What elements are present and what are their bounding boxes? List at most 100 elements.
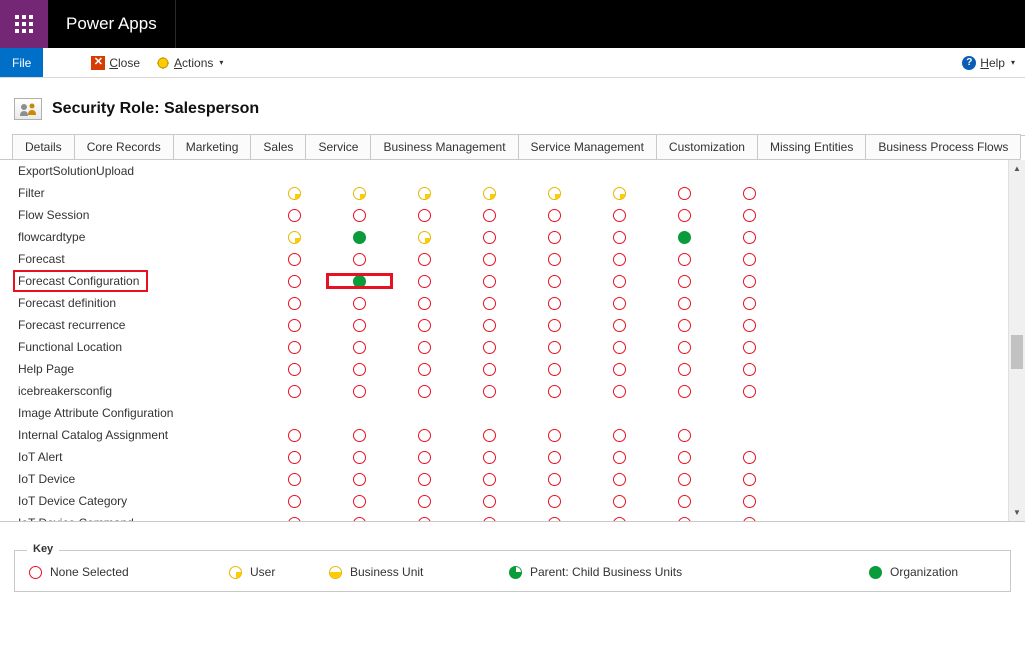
privilege-cell[interactable] (457, 428, 522, 442)
privilege-cell[interactable] (457, 296, 522, 310)
tab-marketing[interactable]: Marketing (173, 134, 252, 159)
privilege-cell[interactable] (262, 494, 327, 508)
privilege-cell[interactable] (327, 362, 392, 376)
privilege-cell[interactable] (652, 318, 717, 332)
privilege-cell[interactable] (262, 252, 327, 266)
privilege-cell[interactable] (587, 428, 652, 442)
privilege-cell[interactable] (717, 296, 782, 310)
privilege-cell[interactable] (587, 252, 652, 266)
privilege-cell[interactable] (652, 252, 717, 266)
privilege-cell[interactable] (262, 516, 327, 521)
privilege-cell[interactable] (587, 208, 652, 222)
privilege-cell[interactable] (717, 340, 782, 354)
privilege-cell[interactable] (522, 274, 587, 288)
privilege-cell[interactable] (262, 186, 327, 200)
privilege-cell[interactable] (262, 274, 327, 288)
privilege-cell[interactable] (587, 472, 652, 486)
privilege-cell[interactable] (457, 208, 522, 222)
privilege-cell[interactable] (587, 384, 652, 398)
privilege-cell[interactable] (652, 362, 717, 376)
privilege-cell[interactable] (392, 362, 457, 376)
privilege-cell[interactable] (587, 494, 652, 508)
privilege-cell[interactable] (392, 318, 457, 332)
privilege-cell[interactable] (457, 230, 522, 244)
privilege-cell[interactable] (652, 296, 717, 310)
privilege-cell[interactable] (262, 340, 327, 354)
privilege-cell[interactable] (457, 340, 522, 354)
privilege-cell[interactable] (652, 516, 717, 521)
privilege-cell[interactable] (457, 450, 522, 464)
privilege-cell[interactable] (717, 450, 782, 464)
privilege-cell[interactable] (457, 252, 522, 266)
scroll-down-arrow-icon[interactable]: ▼ (1009, 504, 1025, 521)
privilege-cell[interactable] (392, 340, 457, 354)
privilege-cell[interactable] (522, 384, 587, 398)
privilege-cell[interactable] (587, 296, 652, 310)
privilege-cell[interactable] (457, 318, 522, 332)
privilege-cell[interactable] (652, 428, 717, 442)
privilege-cell[interactable] (327, 450, 392, 464)
tab-custom-entities[interactable]: Custom Entities (1020, 135, 1025, 160)
privilege-cell[interactable] (327, 230, 392, 244)
privilege-cell[interactable] (327, 516, 392, 521)
privilege-cell[interactable] (652, 494, 717, 508)
privilege-cell[interactable] (262, 384, 327, 398)
privilege-cell[interactable] (392, 516, 457, 521)
privilege-cell[interactable] (522, 230, 587, 244)
privilege-cell[interactable] (717, 516, 782, 521)
tab-customization[interactable]: Customization (656, 134, 758, 159)
scroll-up-arrow-icon[interactable]: ▲ (1009, 160, 1025, 177)
privilege-cell[interactable] (262, 208, 327, 222)
privilege-cell[interactable] (717, 472, 782, 486)
tab-sales[interactable]: Sales (250, 134, 306, 159)
privilege-cell[interactable] (587, 186, 652, 200)
close-button[interactable]: ✕ Close (83, 48, 148, 77)
privilege-cell[interactable] (457, 494, 522, 508)
privilege-cell[interactable] (262, 296, 327, 310)
scrollbar-track[interactable] (1009, 177, 1025, 504)
privilege-cell[interactable] (392, 186, 457, 200)
privilege-cell[interactable] (262, 450, 327, 464)
privilege-cell[interactable] (262, 362, 327, 376)
actions-menu[interactable]: Actions ▾ (148, 48, 231, 77)
privilege-cell[interactable] (457, 472, 522, 486)
privilege-cell[interactable] (587, 318, 652, 332)
privilege-cell[interactable] (392, 428, 457, 442)
tab-service[interactable]: Service (305, 134, 371, 159)
privilege-cell[interactable] (652, 186, 717, 200)
privilege-cell[interactable] (522, 296, 587, 310)
privilege-cell[interactable] (327, 472, 392, 486)
privilege-cell[interactable] (327, 384, 392, 398)
tab-business-management[interactable]: Business Management (370, 134, 518, 159)
privilege-cell[interactable] (522, 340, 587, 354)
privilege-cell[interactable] (522, 494, 587, 508)
privilege-cell[interactable] (327, 318, 392, 332)
privilege-cell[interactable] (392, 296, 457, 310)
privilege-cell[interactable] (652, 472, 717, 486)
privilege-cell[interactable] (392, 384, 457, 398)
file-tab[interactable]: File (0, 48, 43, 77)
privilege-cell[interactable] (457, 362, 522, 376)
app-launcher-button[interactable] (0, 0, 48, 48)
privilege-cell[interactable] (392, 274, 457, 288)
privilege-cell[interactable] (652, 384, 717, 398)
privilege-cell[interactable] (717, 362, 782, 376)
privilege-cell[interactable] (327, 428, 392, 442)
tab-core-records[interactable]: Core Records (74, 134, 174, 159)
privilege-cell[interactable] (522, 428, 587, 442)
privilege-cell[interactable] (522, 208, 587, 222)
privilege-cell[interactable] (262, 428, 327, 442)
privilege-cell[interactable] (522, 186, 587, 200)
privilege-cell[interactable] (717, 230, 782, 244)
privilege-cell[interactable] (587, 516, 652, 521)
privilege-cell[interactable] (457, 274, 522, 288)
privilege-cell[interactable] (457, 186, 522, 200)
privilege-cell[interactable] (522, 450, 587, 464)
privilege-cell[interactable] (717, 252, 782, 266)
privilege-cell[interactable] (327, 208, 392, 222)
privilege-cell[interactable] (522, 318, 587, 332)
privilege-cell[interactable] (522, 362, 587, 376)
privilege-cell[interactable] (522, 472, 587, 486)
tab-service-management[interactable]: Service Management (518, 134, 657, 159)
privilege-cell[interactable] (262, 318, 327, 332)
